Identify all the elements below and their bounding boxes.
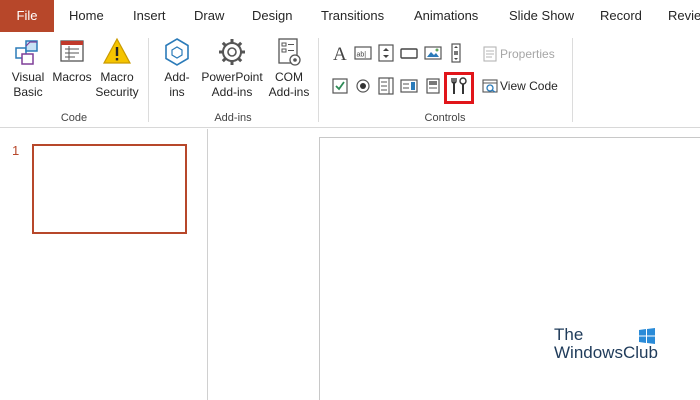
slide-thumbnail[interactable] [32,144,187,234]
visual-basic-label-1: Visual [11,70,45,84]
svg-text:ab|: ab| [357,52,367,59]
spin-button-icon [378,44,394,62]
group-separator [572,38,573,122]
com-add-ins-icon [278,38,301,66]
macro-security-label-1: Macro [100,70,134,84]
radio-button-icon [356,79,370,93]
check-box-control-button[interactable] [330,76,350,96]
tab-draw[interactable]: Draw [194,0,224,32]
watermark-line-2: WindowsClub [554,343,658,362]
combo-box-icon [400,79,418,93]
controls-group-label: Controls [424,112,466,124]
gear-icon [219,39,245,65]
properties-icon [483,46,497,62]
powerpoint-add-ins-label-2: Add-ins [211,85,253,99]
ribbon-tab-bar: File Home Insert Draw Design Transitions… [0,0,700,32]
macros-label: Macros [52,70,92,84]
group-separator [148,38,149,122]
add-ins-label-2: ins [169,85,185,99]
macro-security-button[interactable]: Macro Security [94,36,140,100]
editor-background [209,129,319,400]
highlight-box [444,72,474,104]
slide-thumbnail-pane: 1 [0,129,208,400]
add-ins-label-1: Add- [164,70,190,84]
macros-icon [60,40,84,62]
tab-review[interactable]: Revie [668,0,700,32]
checkbox-icon [332,78,348,94]
visual-basic-label-2: Basic [13,85,43,99]
tab-record[interactable]: Record [600,0,642,32]
tab-file[interactable]: File [0,0,54,32]
ribbon-developer: Visual Basic Macros Macro Security Code … [0,32,700,128]
tab-home[interactable]: Home [69,0,104,32]
hexagon-icon [165,38,189,66]
option-button-control[interactable] [353,76,373,96]
command-button-icon [400,48,418,59]
text-box-control-button[interactable]: ab| [353,43,373,63]
tab-slide-show[interactable]: Slide Show [509,0,574,32]
code-group-label: Code [60,112,88,124]
toggle-button-control[interactable] [423,76,443,96]
com-add-ins-button[interactable]: COM Add-ins [266,36,312,100]
visual-basic-icon [15,40,38,65]
spin-button-control[interactable] [376,43,396,63]
tab-design[interactable]: Design [252,0,292,32]
add-ins-button[interactable]: Add- ins [158,36,196,100]
tab-transitions[interactable]: Transitions [321,0,384,32]
list-box-icon [378,77,394,95]
watermark: The WindowsClub [554,326,658,362]
com-add-ins-label-2: Add-ins [268,85,310,99]
com-add-ins-label-1: COM [275,70,303,84]
warning-icon [102,37,132,64]
toggle-button-icon [426,78,440,94]
powerpoint-add-ins-label-1: PowerPoint [201,70,263,84]
image-control-button[interactable] [423,43,443,63]
tab-insert[interactable]: Insert [133,0,166,32]
windows-logo-icon [639,328,655,344]
view-code-icon [482,79,498,93]
tab-animations[interactable]: Animations [414,0,478,32]
macro-security-label-2: Security [95,85,139,99]
add-ins-group-label: Add-ins [214,112,252,124]
combo-box-control-button[interactable] [399,76,419,96]
svg-text:A: A [333,44,347,63]
list-box-control-button[interactable] [376,76,396,96]
label-a-icon: A [333,44,347,63]
scroll-bar-control-button[interactable] [446,43,466,63]
properties-label: Properties [500,47,555,61]
command-button-control[interactable] [399,43,419,63]
image-icon [424,46,442,60]
scroll-bar-icon [451,43,461,63]
group-separator [318,38,319,122]
slide-number: 1 [12,143,20,158]
label-control-button[interactable]: A [330,43,350,63]
visual-basic-button[interactable]: Visual Basic [6,36,50,100]
macros-button[interactable]: Macros [50,36,94,85]
powerpoint-add-ins-button[interactable]: PowerPoint Add-ins [199,36,265,100]
text-box-icon: ab| [354,46,372,60]
view-code-label: View Code [500,79,558,93]
